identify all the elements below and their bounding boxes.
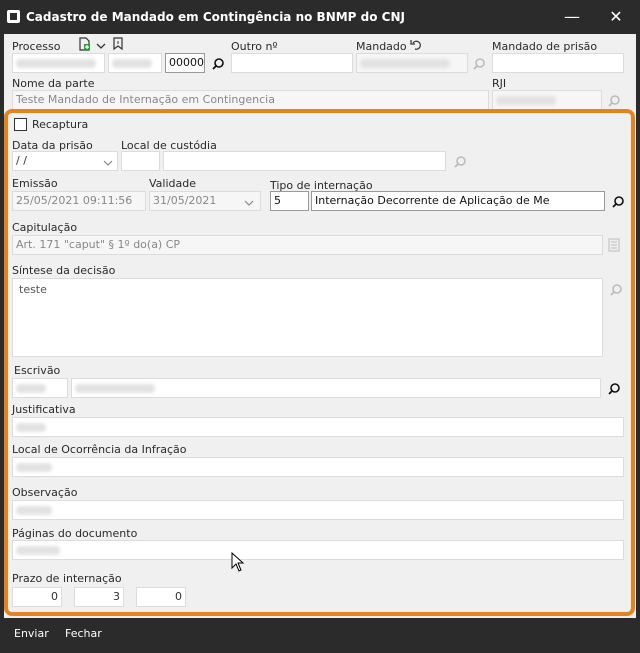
emissao-input[interactable]: 25/05/2021 09:11:56 — [12, 191, 146, 211]
outro-label: Outro nº — [231, 40, 278, 53]
local-ocorrencia-input[interactable] — [12, 457, 624, 477]
capitulacao-label: Capitulação — [12, 221, 78, 234]
processo-input-1[interactable] — [12, 53, 105, 73]
outro-input[interactable] — [231, 53, 353, 73]
mandado-prisao-label: Mandado de prisão — [492, 40, 598, 53]
minimize-icon[interactable]: — — [552, 0, 592, 34]
chevron-down-icon[interactable] — [103, 157, 113, 170]
sintese-label: Síntese da decisão — [12, 264, 116, 277]
tipo-internacao-code-input[interactable]: 5 — [270, 191, 309, 211]
prazo-dias-input[interactable]: 0 — [136, 587, 186, 607]
search-icon[interactable] — [211, 57, 225, 74]
justificativa-input[interactable] — [12, 417, 624, 437]
search-icon[interactable] — [453, 155, 467, 172]
chevron-down-icon[interactable] — [96, 40, 106, 49]
paginas-label: Páginas do documento — [12, 527, 138, 540]
processo-input-2[interactable] — [108, 53, 162, 73]
emissao-label: Emissão — [12, 177, 58, 190]
bookmark-icon[interactable] — [112, 37, 124, 51]
rji-input[interactable] — [492, 90, 602, 110]
window-title: Cadastro de Mandado em Contingência no B… — [26, 10, 405, 24]
escrivao-label: Escrivão — [14, 364, 61, 377]
paginas-input[interactable] — [12, 540, 624, 560]
validade-label: Validade — [149, 177, 196, 190]
processo-number-input[interactable]: 00000 — [165, 53, 205, 73]
mandado-label: Mandado — [356, 40, 407, 53]
nome-parte-input[interactable]: Teste Mandado de Internação em Contingen… — [12, 90, 489, 110]
local-ocorrencia-label: Local de Ocorrência da Infração — [12, 443, 187, 456]
capitulacao-input[interactable]: Art. 171 "caput" § 1º do(a) CP — [12, 235, 603, 255]
local-custodia-code-input[interactable] — [121, 151, 160, 171]
search-icon[interactable] — [607, 382, 621, 399]
app-icon — [7, 10, 20, 23]
fechar-button[interactable]: Fechar — [65, 627, 102, 640]
escrivao-code-input[interactable] — [12, 378, 68, 398]
chevron-down-icon[interactable] — [244, 197, 254, 210]
justificativa-label: Justificativa — [12, 403, 76, 416]
undo-icon[interactable] — [410, 38, 422, 50]
prazo-anos-input[interactable]: 0 — [12, 587, 62, 607]
recaptura-checkbox[interactable] — [14, 118, 27, 131]
sintese-textarea[interactable]: teste — [12, 278, 603, 357]
document-add-icon[interactable] — [78, 37, 92, 51]
data-prisao-value: / / — [16, 154, 27, 167]
mouse-cursor-icon — [231, 551, 245, 572]
enviar-button[interactable]: Enviar — [14, 627, 49, 640]
search-icon[interactable] — [611, 195, 625, 212]
mandado-prisao-input[interactable] — [492, 53, 624, 73]
rji-label: RJI — [492, 77, 507, 90]
recaptura-label: Recaptura — [32, 118, 89, 131]
search-icon[interactable] — [472, 57, 486, 74]
list-icon[interactable] — [607, 238, 621, 252]
tipo-internacao-desc-input[interactable]: Internação Decorrente de Aplicação de Me — [311, 191, 605, 211]
processo-label: Processo — [12, 40, 61, 53]
prazo-meses-input[interactable]: 3 — [74, 587, 124, 607]
validade-value: 31/05/2021 — [153, 194, 217, 207]
observacao-label: Observação — [12, 486, 78, 499]
nome-parte-label: Nome da parte — [12, 77, 95, 90]
mandado-input[interactable] — [356, 53, 468, 73]
close-icon[interactable]: ✕ — [596, 0, 636, 34]
observacao-input[interactable] — [12, 500, 624, 520]
local-custodia-desc-input[interactable] — [163, 151, 446, 171]
search-icon[interactable] — [609, 283, 623, 300]
prazo-label: Prazo de internação — [12, 572, 122, 585]
escrivao-name-input[interactable] — [71, 378, 601, 398]
